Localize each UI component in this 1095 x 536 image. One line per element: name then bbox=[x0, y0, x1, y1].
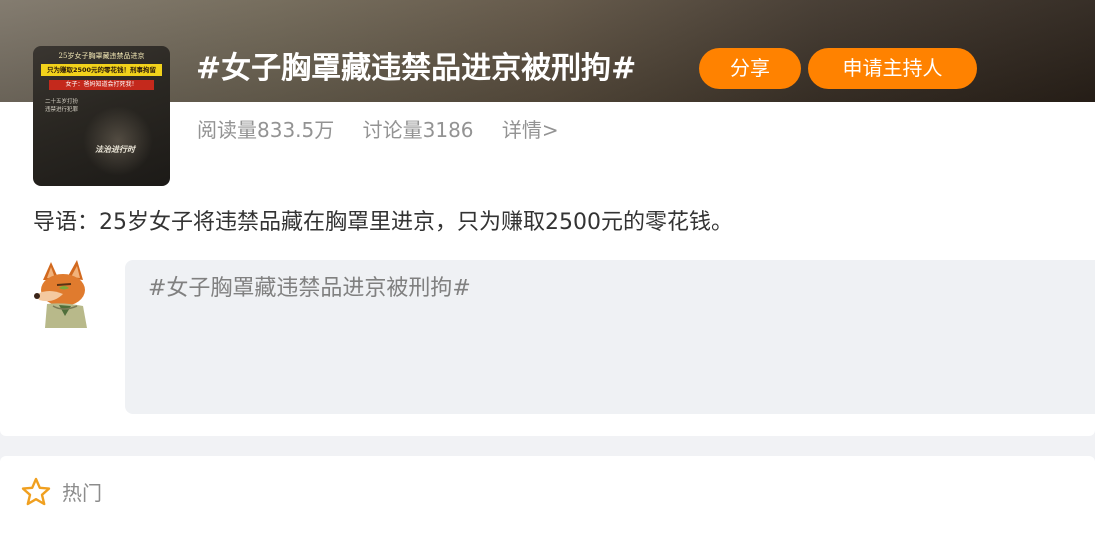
hot-label[interactable]: 热门 bbox=[62, 478, 102, 508]
post-composer[interactable]: #女子胸罩藏违禁品进京被刑拘# bbox=[125, 260, 1095, 414]
cover-blur bbox=[83, 106, 153, 176]
fox-avatar-icon bbox=[34, 260, 87, 328]
read-count: 阅读量833.5万 bbox=[197, 118, 335, 142]
discussion-count: 讨论量3186 bbox=[362, 118, 474, 142]
topic-stats: 阅读量833.5万 讨论量3186 详情> bbox=[197, 115, 581, 145]
details-link[interactable]: 详情> bbox=[502, 118, 559, 142]
cover-red-text: 女子：爸妈知道会打死我！ bbox=[49, 80, 154, 90]
cover-brand: 法治进行时 bbox=[95, 145, 135, 154]
topic-intro: 导语：25岁女子将违禁品藏在胸罩里进京，只为赚取2500元的零花钱。 bbox=[33, 210, 733, 235]
topic-cover-image: 25岁女子胸罩藏违禁品进京 只为赚取2500元的零花钱！刑事拘留 女子：爸妈知道… bbox=[33, 46, 170, 186]
hot-section: 热门 bbox=[0, 456, 1095, 536]
composer-text[interactable]: #女子胸罩藏违禁品进京被刑拘# bbox=[148, 272, 471, 306]
cover-small-text: 二十五岁打扮 违禁进行犯罪 bbox=[45, 99, 79, 113]
cover-title: 25岁女子胸罩藏违禁品进京 bbox=[58, 52, 145, 60]
user-avatar[interactable] bbox=[33, 258, 97, 328]
star-icon bbox=[21, 477, 51, 506]
share-button[interactable]: 分享 bbox=[699, 48, 801, 89]
cover-highlight: 只为赚取2500元的零花钱！刑事拘留 bbox=[41, 64, 162, 76]
apply-host-button[interactable]: 申请主持人 bbox=[808, 48, 977, 89]
topic-title: #女子胸罩藏违禁品进京被刑拘# bbox=[196, 51, 637, 86]
topic-card: 25岁女子胸罩藏违禁品进京 只为赚取2500元的零花钱！刑事拘留 女子：爸妈知道… bbox=[0, 0, 1095, 436]
